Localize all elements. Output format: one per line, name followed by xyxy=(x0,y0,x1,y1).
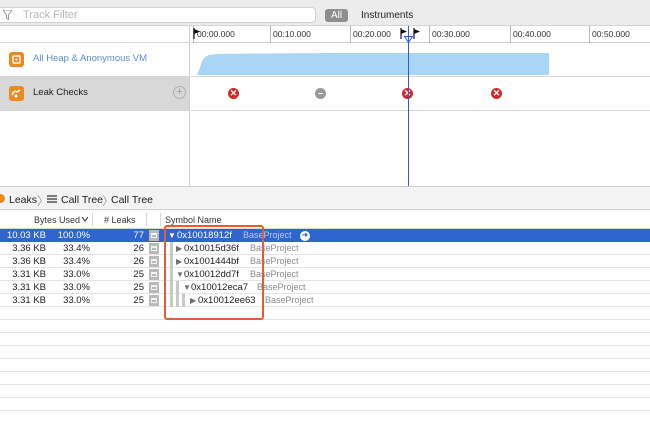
column-bytes-used[interactable]: Bytes Used xyxy=(34,215,80,225)
instrument-tracks: All Heap & Anonymous VM Leak Checks + 00… xyxy=(0,26,650,186)
time-ruler[interactable]: 00:00.000 00:10.000 00:20.000 00:30.000 … xyxy=(191,26,650,43)
scope-instruments-button[interactable]: Instruments xyxy=(361,9,413,22)
library-icon xyxy=(149,230,159,241)
leak-count-cell: 26 xyxy=(133,256,144,267)
symbol-library: BaseProject xyxy=(265,295,314,305)
empty-table-row xyxy=(0,372,650,385)
ruler-tick xyxy=(510,26,511,43)
breadcrumb-item-call-tree-view[interactable]: Call Tree xyxy=(61,194,103,206)
allocations-graph-lane[interactable] xyxy=(191,43,650,77)
column-symbol-name[interactable]: Symbol Name xyxy=(165,215,222,225)
table-row[interactable]: 10.03 KB 100.0% 77 ▼ 0x10018912f BasePro… xyxy=(0,229,650,242)
ruler-tick xyxy=(350,26,351,43)
column-divider[interactable] xyxy=(160,213,161,226)
percent-cell: 33.4% xyxy=(63,243,90,254)
ruler-tick xyxy=(589,26,590,43)
empty-table-row xyxy=(0,333,650,346)
sort-descending-icon xyxy=(82,217,88,222)
ruler-tick-label: 00:40.000 xyxy=(513,29,551,39)
track-filter-placeholder: Track Filter xyxy=(23,9,78,21)
library-icon xyxy=(149,243,159,254)
breadcrumb-item-leaks[interactable]: Leaks xyxy=(9,194,37,206)
column-divider[interactable] xyxy=(92,213,93,226)
bytes-used-cell: 3.36 KB xyxy=(12,243,46,254)
track-leak-checks[interactable]: Leak Checks + xyxy=(0,77,190,111)
empty-lane xyxy=(191,111,650,186)
library-icon xyxy=(149,295,159,306)
breadcrumb-item-call-tree[interactable]: Call Tree xyxy=(111,194,153,206)
symbol-library: BaseProject xyxy=(257,282,306,292)
ruler-tick-label: 00:10.000 xyxy=(273,29,311,39)
track-filter-input[interactable]: Track Filter xyxy=(0,7,316,23)
ruler-tick-label: 00:00.000 xyxy=(197,29,235,39)
bytes-used-cell: 3.36 KB xyxy=(12,256,46,267)
leak-count-cell: 25 xyxy=(133,269,144,280)
scope-all-button[interactable]: All xyxy=(325,9,349,22)
track-allocations[interactable]: All Heap & Anonymous VM xyxy=(0,43,190,77)
table-row[interactable]: 3.36 KB 33.4% 26 ▶ 0x10015d36f BaseProje… xyxy=(0,242,650,255)
column-leaks[interactable]: # Leaks xyxy=(104,215,136,225)
bytes-used-cell: 3.31 KB xyxy=(12,282,46,293)
track-allocations-name: All Heap & Anonymous VM xyxy=(33,53,148,64)
go-to-source-icon[interactable]: ➜ xyxy=(300,231,310,241)
toolbar-filter-bar: Track Filter All Instruments xyxy=(0,0,650,26)
allocations-icon xyxy=(9,52,24,67)
table-header: Bytes Used # Leaks Symbol Name xyxy=(0,210,650,229)
bytes-used-cell: 3.31 KB xyxy=(12,295,46,306)
call-tree-icon xyxy=(47,195,57,203)
heap-usage-graph xyxy=(197,53,549,75)
range-end-flag-icon[interactable] xyxy=(413,28,421,39)
ruler-tick-label: 00:50.000 xyxy=(592,29,630,39)
leak-found-icon[interactable]: ✕ xyxy=(228,88,239,99)
empty-table-row xyxy=(0,359,650,372)
bytes-used-cell: 10.03 KB xyxy=(6,230,46,241)
column-divider[interactable] xyxy=(146,213,147,226)
filter-icon xyxy=(3,10,12,20)
empty-table-row xyxy=(0,307,650,320)
track-empty-area xyxy=(0,111,190,186)
leak-count-cell: 77 xyxy=(133,230,144,241)
table-row[interactable]: 3.31 KB 33.0% 25 ▼ 0x10012dd7f BaseProje… xyxy=(0,268,650,281)
leak-count-cell: 26 xyxy=(133,243,144,254)
ruler-tick xyxy=(270,26,271,43)
start-flag-icon[interactable] xyxy=(193,28,201,39)
ruler-tick xyxy=(429,26,430,43)
ruler-tick-label: 00:30.000 xyxy=(432,29,470,39)
leak-count-cell: 25 xyxy=(133,282,144,293)
table-row[interactable]: 3.31 KB 33.0% 25 ▼ 0x10012eca7 BaseProje… xyxy=(0,281,650,294)
track-leak-checks-name: Leak Checks xyxy=(33,87,88,98)
table-row[interactable]: 3.36 KB 33.4% 26 ▶ 0x1001444bf BaseProje… xyxy=(0,255,650,268)
track-header-spacer xyxy=(0,26,190,43)
library-icon xyxy=(149,269,159,280)
library-icon xyxy=(149,282,159,293)
empty-table-row xyxy=(0,385,650,398)
playhead-line[interactable] xyxy=(408,26,409,186)
table-row[interactable]: 3.31 KB 33.0% 25 ▶ 0x10012ee63 BaseProje… xyxy=(0,294,650,307)
empty-table-row xyxy=(0,346,650,359)
leaks-icon xyxy=(0,194,5,203)
empty-table-row xyxy=(0,398,650,411)
percent-cell: 33.0% xyxy=(63,282,90,293)
percent-cell: 100.0% xyxy=(57,230,90,241)
ruler-tick-label: 00:20.000 xyxy=(353,29,391,39)
bytes-used-cell: 3.31 KB xyxy=(12,269,46,280)
leak-found-icon[interactable]: ✕ xyxy=(491,88,502,99)
add-track-icon[interactable]: + xyxy=(173,86,186,99)
leak-checks-lane[interactable]: ✕ – ✕ ✕ xyxy=(191,77,650,111)
leaks-icon xyxy=(9,86,24,101)
leak-count-cell: 25 xyxy=(133,295,144,306)
empty-table-row xyxy=(0,320,650,333)
percent-cell: 33.0% xyxy=(63,269,90,280)
annotation-highlight-box xyxy=(164,225,264,320)
call-tree-table: 10.03 KB 100.0% 77 ▼ 0x10018912f BasePro… xyxy=(0,229,650,421)
percent-cell: 33.0% xyxy=(63,295,90,306)
percent-cell: 33.4% xyxy=(63,256,90,267)
no-new-leaks-icon[interactable]: – xyxy=(315,88,326,99)
library-icon xyxy=(149,256,159,267)
breadcrumb: Leaks 〉 Call Tree 〉 Call Tree xyxy=(0,186,650,210)
